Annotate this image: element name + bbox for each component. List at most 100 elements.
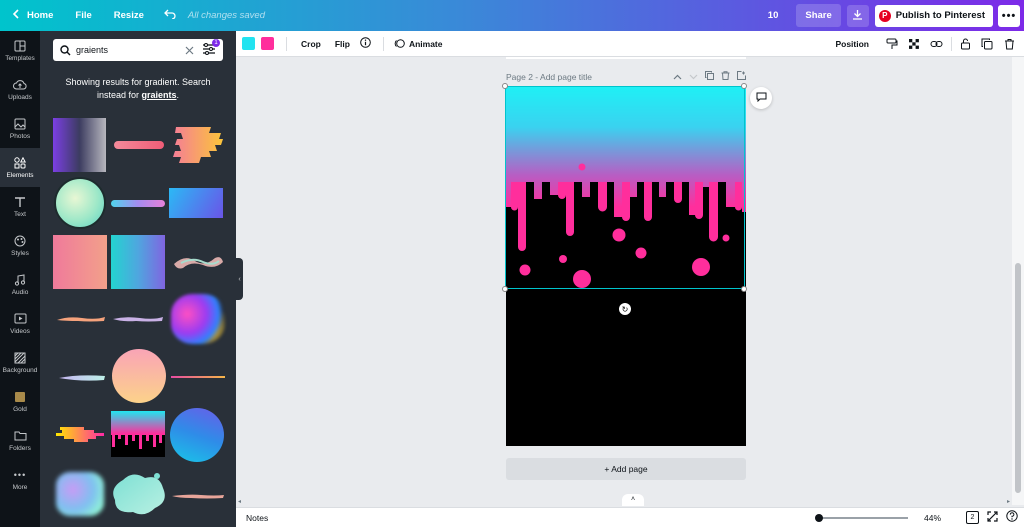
user-count: 10 [767, 10, 779, 21]
flip-button[interactable]: Flip [335, 39, 350, 49]
scroll-left-arrow-icon[interactable]: ◂ [238, 498, 241, 505]
gold-icon [14, 390, 26, 403]
gradient-element-18[interactable] [170, 408, 224, 462]
duplicate-page-icon[interactable] [705, 71, 714, 82]
zoom-slider-knob[interactable] [815, 514, 823, 522]
undo-button[interactable] [158, 0, 182, 31]
gradient-element-3[interactable] [171, 123, 225, 167]
scroll-right-arrow-icon[interactable]: ▸ [1007, 498, 1010, 505]
filter-button[interactable]: 1 [202, 39, 220, 59]
add-page-button[interactable]: + Add page [506, 458, 746, 480]
animate-label: Animate [408, 38, 443, 49]
rail-item-videos[interactable]: Videos [0, 304, 40, 343]
gradient-element-21[interactable] [171, 490, 225, 499]
delete-page-icon[interactable] [721, 71, 730, 82]
rail-item-uploads[interactable]: Uploads [0, 70, 40, 109]
resize-handle-tl[interactable] [502, 83, 508, 89]
publish-pinterest-button[interactable]: P Publish to Pinterest [874, 4, 993, 27]
filter-icon [202, 43, 216, 59]
chevron-up-icon[interactable] [673, 72, 682, 82]
gradient-element-14[interactable] [112, 349, 166, 403]
gradient-element-12[interactable] [171, 294, 225, 344]
color-swatch-pink[interactable] [261, 37, 274, 50]
comment-button[interactable] [750, 87, 772, 109]
add-page-icon[interactable] [737, 71, 746, 82]
scrollbar-thumb[interactable] [1015, 263, 1021, 493]
rail-item-background[interactable]: Background [0, 343, 40, 382]
gradient-element-4[interactable] [54, 177, 106, 229]
bottom-bar: Notes 44% 2 [236, 507, 1024, 527]
notes-button[interactable]: Notes [246, 513, 268, 523]
show-pages-chevron-icon[interactable]: ˄ [622, 494, 644, 506]
search-input[interactable]: graients [76, 45, 185, 55]
gradient-element-13[interactable] [58, 373, 106, 382]
duplicate-icon[interactable] [978, 35, 996, 53]
page-title-input[interactable]: Page 2 - Add page title [506, 72, 592, 82]
gradient-element-5[interactable] [111, 200, 165, 207]
rail-item-elements[interactable]: Elements [0, 148, 40, 187]
page-header: Page 2 - Add page title [506, 71, 746, 82]
zoom-slider[interactable] [815, 514, 908, 522]
resize-handle-bl[interactable] [502, 286, 508, 292]
fullscreen-icon[interactable] [987, 510, 998, 525]
rail-item-photos[interactable]: Photos [0, 109, 40, 148]
vertical-scrollbar[interactable] [1012, 57, 1024, 505]
rail-item-folders[interactable]: Folders [0, 421, 40, 460]
resize-button[interactable]: Resize [108, 0, 150, 31]
download-button[interactable] [846, 4, 869, 27]
rail-item-gold[interactable]: Gold [0, 382, 40, 421]
gradient-element-6[interactable] [169, 188, 223, 218]
horizontal-scrollbar[interactable]: ◂ ˄ ▸ [236, 494, 1012, 507]
page-count-button[interactable]: 2 [966, 511, 979, 524]
rail-item-audio[interactable]: Audio [0, 265, 40, 304]
gradient-element-16[interactable] [54, 425, 106, 445]
gradient-element-1[interactable] [53, 118, 106, 172]
search-instead-link[interactable]: graients [142, 90, 177, 100]
rail-item-templates[interactable]: Templates [0, 31, 40, 70]
more-options-button[interactable]: ••• [998, 4, 1020, 27]
elements-icon [14, 156, 26, 169]
crop-button[interactable]: Crop [301, 39, 321, 49]
gradient-element-17[interactable] [111, 411, 165, 457]
resize-handle-tr[interactable] [741, 83, 747, 89]
color-swatch-cyan[interactable] [242, 37, 255, 50]
search-icon [60, 44, 71, 56]
share-button[interactable]: Share [796, 4, 841, 27]
zoom-level[interactable]: 44% [924, 513, 941, 523]
canva-editor: Home File Resize All changes saved 10 Sh… [0, 0, 1024, 527]
publish-label: Publish to Pinterest [895, 10, 985, 21]
background-icon [14, 351, 26, 364]
rail-item-text[interactable]: Text [0, 187, 40, 226]
position-button[interactable]: Position [835, 39, 869, 49]
rail-item-styles[interactable]: Styles [0, 226, 40, 265]
gradient-element-8[interactable] [111, 235, 165, 289]
search-box[interactable]: graients 1 [53, 39, 223, 61]
resize-handle-br[interactable] [741, 286, 747, 292]
notice-text: Showing results for gradient. Search ins… [65, 77, 211, 100]
home-button[interactable]: Home [6, 0, 59, 31]
rail-item-more[interactable]: ••• More [0, 460, 40, 499]
gradient-element-9[interactable] [171, 252, 225, 272]
rotate-handle-icon[interactable]: ↻ [619, 303, 631, 315]
transparency-icon[interactable] [905, 35, 923, 53]
gradient-element-11[interactable] [112, 314, 164, 322]
lock-icon[interactable] [956, 35, 974, 53]
gradient-element-2[interactable] [114, 141, 164, 149]
file-menu[interactable]: File [69, 0, 97, 31]
chevron-down-icon[interactable] [689, 72, 698, 82]
animate-button[interactable]: Animate [394, 38, 443, 49]
canvas-area: Page 2 - Add page title ↻ + Add page [236, 57, 1012, 505]
paint-roller-icon[interactable] [883, 35, 901, 53]
gradient-element-7[interactable] [53, 235, 107, 289]
info-button[interactable] [360, 37, 371, 50]
gradient-element-20[interactable] [111, 472, 166, 516]
link-icon[interactable] [927, 35, 945, 53]
help-icon[interactable] [1006, 510, 1018, 525]
gradient-element-10[interactable] [56, 314, 106, 322]
gradient-element-15[interactable] [171, 376, 225, 378]
previous-page-edge [506, 57, 746, 59]
gradient-element-19[interactable] [56, 472, 104, 516]
photos-icon [14, 117, 26, 130]
trash-icon[interactable] [1000, 35, 1018, 53]
clear-search-icon[interactable] [185, 46, 194, 55]
